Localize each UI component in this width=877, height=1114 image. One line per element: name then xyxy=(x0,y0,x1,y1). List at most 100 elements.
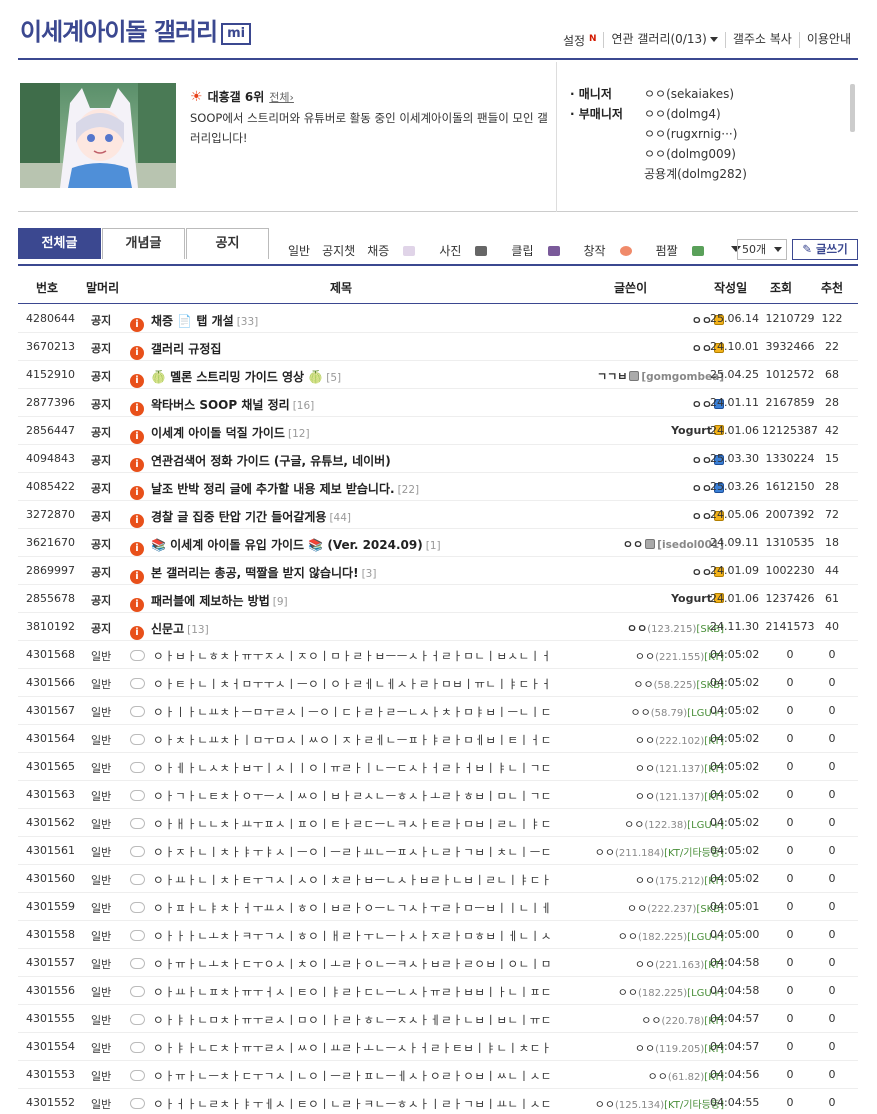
post-title-text[interactable]: 본 갤러리는 총공, 떡짤을 받지 않습니다! xyxy=(151,566,359,580)
post-writer[interactable]: ㅇㅇ(121.137)[KT] xyxy=(538,760,724,776)
comment-count[interactable]: [22] xyxy=(398,484,420,496)
writer-nickname[interactable]: ㅇㅇ xyxy=(692,342,712,355)
table-row[interactable]: 4280644 공지 i 채증 📄 탭 개설 [33] ㅇㅇ 25.06.14 1210729… xyxy=(18,305,858,333)
post-title-text[interactable]: ㅇㅏㅂㅏㄴㅎㅊㅏㅠㅜㅈㅅㅣㅈㅇㅣㅁㅏㄹㅏㅂㅡㅡㅅㅏㅓㄹㅏㅁㄴㅣㅂㅅㄴㅣㅓㄷㅏㅌ xyxy=(153,649,550,663)
writer-nickname[interactable]: ㅇㅇ xyxy=(618,986,638,999)
post-writer[interactable]: ㅇㅇ xyxy=(538,396,724,412)
table-row[interactable]: 2856447 공지 i 이세계 아이돌 덕질 가이드 [12] Yogurt 24.01.… xyxy=(18,417,858,445)
writer-nickname[interactable]: Yogurt xyxy=(671,424,712,437)
table-row[interactable]: 3272870 공지 i 경찰 글 집중 탄압 기간 들어갈게용 [44] ㅇㅇ 24.05… xyxy=(18,501,858,529)
subcat-creation[interactable]: 창작 xyxy=(584,242,644,259)
table-row[interactable]: 4301566 일반 ㅇㅏㅌㅏㄴㅣㅊㅓㅁㅜㅜㅅㅣㅡㅇㅣㅇㅏㄹㅔㄴㅔㅅㅏㄹㅏㅁㅂㅣㅠㄴ… xyxy=(18,669,858,697)
writer-nickname[interactable]: ㅇㅇ xyxy=(692,398,712,411)
post-title[interactable]: i 연관검색어 정화 가이드 (구글, 유튜브, 네이버) xyxy=(130,452,550,472)
post-title[interactable]: i 패러블에 제보하는 방법 [9] xyxy=(130,592,550,612)
writer-nickname[interactable]: ㅇㅇ xyxy=(635,650,655,663)
manager-name[interactable]: ㅇㅇ(sekaiakes) xyxy=(644,84,734,104)
post-writer[interactable]: ㅇㅇ(182.225)[LGU+] xyxy=(538,984,724,1000)
post-title-text[interactable]: 패러블에 제보하는 방법 xyxy=(151,594,270,608)
post-writer[interactable]: ㅇㅇ(221.155)[KT] xyxy=(538,648,724,664)
table-row[interactable]: 3621670 공지 i 📚 이세계 아이돌 유입 가이드 📚 (Ver. 2024.… xyxy=(18,529,858,557)
post-title[interactable]: ㅇㅏㅊㅏㄴㅛㅊㅏㅣㅁㅜㅁㅅㅣㅆㅇㅣㅈㅏㄹㅔㄴㅡㅍㅏㅑㄹㅏㅁㅔㅂㅣㅌㅣㅓㄷㅏㄹ xyxy=(130,732,550,748)
comment-count[interactable]: [16] xyxy=(293,400,315,412)
post-title[interactable]: i 🍈 멜론 스트리밍 가이드 영상 🍈 [5] xyxy=(130,368,550,388)
post-writer[interactable]: ㅇㅇ(121.137)[KT] xyxy=(538,788,724,804)
gallery-title[interactable]: 이세계아이돌 갤러리 mi xyxy=(20,12,252,47)
writer-nickname[interactable]: ㅇㅇ xyxy=(624,818,644,831)
comment-count[interactable]: [13] xyxy=(187,624,209,636)
writer-nickname[interactable]: ㅇㅇ xyxy=(623,538,643,551)
writer-nickname[interactable]: ㅇㅇ xyxy=(618,930,638,943)
post-writer[interactable]: ㅇㅇ xyxy=(538,312,724,328)
writer-nickname[interactable]: ㅇㅇ xyxy=(633,678,653,691)
comment-count[interactable]: [44] xyxy=(329,512,351,524)
post-title[interactable]: ㅇㅏㅔㅏㄴㅅㅊㅏㅂㅜㅣㅅㅣㅣㅇㅣㅠㄹㅏㅣㄴㅡㄷㅅㅏㅓㄹㅏㅓㅂㅣㅑㄴㅣㄱㄷㅏㄷ xyxy=(130,760,550,776)
post-title[interactable]: i 채증 📄 탭 개설 [33] xyxy=(130,312,550,332)
rank-all-link[interactable]: 전체› xyxy=(269,89,294,105)
table-row[interactable]: 4301560 일반 ㅇㅏㅛㅏㄴㅣㅊㅏㅌㅜㄱㅅㅣㅅㅇㅣㅊㄹㅏㅂㅡㄴㅅㅏㅂㄹㅏㄴㅂㅣㄹ… xyxy=(18,865,858,893)
post-title-text[interactable]: 신문고 xyxy=(151,622,184,636)
subcat-general[interactable]: 일반 xyxy=(288,242,310,259)
post-writer[interactable]: Yogurt xyxy=(538,424,724,437)
post-title-text[interactable]: 경찰 글 집중 탄압 기간 들어갈게용 xyxy=(151,510,326,524)
comment-count[interactable]: [5] xyxy=(326,372,341,384)
post-writer[interactable]: ㅇㅇ(222.102)[KT] xyxy=(538,732,724,748)
post-writer[interactable]: ㅇㅇ(119.205)[KT] xyxy=(538,1040,724,1056)
sub-manager-name[interactable]: ㅇㅇ(rugxrnig···) xyxy=(644,124,737,144)
subcat-evidence[interactable]: 채증 xyxy=(367,242,427,259)
writer-nickname[interactable]: ㅇㅇ xyxy=(692,314,712,327)
post-title[interactable]: ㅇㅏㅑㅏㄴㄷㅊㅏㅠㅜㄹㅅㅣㅆㅇㅣㅛㄹㅏㅗㄴㅡㅅㅏㅓㄹㅏㅌㅂㅣㅑㄴㅣㅊㄷㅏㅇ xyxy=(130,1040,550,1056)
tab-notice[interactable]: 공지 xyxy=(186,228,269,259)
post-title-text[interactable]: 이세계 아이돌 덕질 가이드 xyxy=(151,426,285,440)
post-title-text[interactable]: ㅇㅏㄱㅏㄴㅌㅊㅏㅇㅜㅡㅅㅣㅆㅇㅣㅂㅏㄹㅅㄴㅡㅎㅅㅏㅗㄹㅏㅎㅂㅣㅁㄴㅣㄱㄷㅏㄷ xyxy=(153,789,550,803)
post-writer[interactable]: ㅇㅇ xyxy=(538,564,724,580)
sub-manager-name[interactable]: ㅇㅇ(dolmg009) xyxy=(644,144,736,164)
writer-nickname[interactable]: ㅇㅇ xyxy=(635,1042,655,1055)
table-row[interactable]: 4301552 일반 ㅇㅏㅓㅏㄴㄹㅊㅏㅑㅜㅔㅅㅣㅌㅇㅣㄴㄹㅏㅋㄴㅡㅎㅅㅏㅣㄹㅏㄱㅂㅣ… xyxy=(18,1089,858,1114)
post-title[interactable]: ㅇㅏㅈㅏㄴㅣㅊㅏㅑㅜㅑㅅㅣㅡㅇㅣㅡㄹㅏㅛㄴㅡㅍㅅㅏㄴㄹㅏㄱㅂㅣㅊㄴㅣㅡㄷㅏㅜ xyxy=(130,844,550,860)
post-title-text[interactable]: ㅇㅏㅔㅏㄴㅅㅊㅏㅂㅜㅣㅅㅣㅣㅇㅣㅠㄹㅏㅣㄴㅡㄷㅅㅏㅓㄹㅏㅓㅂㅣㅑㄴㅣㄱㄷㅏㄷ xyxy=(153,761,550,775)
post-title[interactable]: ㅇㅏㅌㅏㄴㅣㅊㅓㅁㅜㅜㅅㅣㅡㅇㅣㅇㅏㄹㅔㄴㅔㅅㅏㄹㅏㅁㅂㅣㅠㄴㅣㅑㄷㅏㅓ xyxy=(130,676,550,692)
comment-count[interactable]: [12] xyxy=(288,428,310,440)
post-title[interactable]: ㅇㅏㅛㅏㄴㅍㅊㅏㅠㅜㅓㅅㅣㅌㅇㅣㅑㄹㅏㄷㄴㅡㄴㅅㅏㅠㄹㅏㅂㅂㅣㅏㄴㅣㅍㄷㅏㅗ xyxy=(130,984,550,1000)
post-title-text[interactable]: 🍈 멜론 스트리밍 가이드 영상 🍈 xyxy=(151,370,323,384)
comment-count[interactable]: [33] xyxy=(237,316,259,328)
writer-nickname[interactable]: ㅇㅇ xyxy=(630,706,650,719)
table-row[interactable]: 2869997 공지 i 본 갤러리는 총공, 떡짤을 받지 않습니다! [3] ㅇㅇ 24… xyxy=(18,557,858,585)
post-writer[interactable]: ㅇㅇ(123.215)[SKB] xyxy=(538,620,724,636)
post-title[interactable]: i 경찰 글 집중 탄압 기간 들어갈게용 [44] xyxy=(130,508,550,528)
post-title[interactable]: ㅇㅏㅛㅏㄴㅣㅊㅏㅌㅜㄱㅅㅣㅅㅇㅣㅊㄹㅏㅂㅡㄴㅅㅏㅂㄹㅏㄴㅂㅣㄹㄴㅣㅑㄷㅏㅏ xyxy=(130,872,550,888)
post-writer[interactable]: ㅇㅇ(211.184)[KT/기타등등] xyxy=(538,844,724,860)
tab-all[interactable]: 전체글 xyxy=(18,228,101,259)
post-title-text[interactable]: ㅇㅏㅐㅏㄴㄴㅊㅏㅛㅜㅍㅅㅣㅍㅇㅣㅌㅏㄹㄷㅡㄴㅋㅅㅏㅌㄹㅏㅁㅂㅣㄹㄴㅣㅑㄷㅏㅅ xyxy=(153,817,550,831)
tab-recommended[interactable]: 개념글 xyxy=(102,228,185,259)
post-writer[interactable]: ㅇㅇ(221.163)[KT] xyxy=(538,956,724,972)
post-writer[interactable]: ㅇㅇ(175.212)[KT] xyxy=(538,872,724,888)
post-title-text[interactable]: ㅇㅏㅑㅏㄴㅁㅊㅏㅠㅜㄹㅅㅣㅁㅇㅣㅏㄹㅏㅎㄴㅡㅈㅅㅏㅔㄹㅏㄴㅂㅣㅂㄴㅣㅠㄷㅏㅛ xyxy=(153,1013,550,1027)
table-row[interactable]: 4301561 일반 ㅇㅏㅈㅏㄴㅣㅊㅏㅑㅜㅑㅅㅣㅡㅇㅣㅡㄹㅏㅛㄴㅡㅍㅅㅏㄴㄹㅏㄱㅂㅣ… xyxy=(18,837,858,865)
post-writer[interactable]: ㅇㅇ(122.38)[LGU+] xyxy=(538,816,724,832)
post-writer[interactable]: ㅇㅇ(61.82)[KT] xyxy=(538,1068,724,1084)
comment-count[interactable]: [9] xyxy=(273,596,288,608)
post-title[interactable]: ㅇㅏㅣㅏㄴㅛㅊㅏㅡㅁㅜㄹㅅㅣㅡㅇㅣㄷㅏㄹㅏㄹㅡㄴㅅㅏㅊㅏㅁㅑㅂㅣㅡㄴㅣㄷㅏㅠ xyxy=(130,704,550,720)
sub-manager-name[interactable]: ㅇㅇ(dolmg4) xyxy=(644,104,721,124)
writer-nickname[interactable]: ㅇㅇ xyxy=(635,762,655,775)
post-title-text[interactable]: ㅇㅏㅍㅏㄴㅑㅊㅏㅓㅜㅛㅅㅣㅎㅇㅣㅂㄹㅏㅇㅡㄴㄱㅅㅏㅜㄹㅏㅁㅡㅂㅣㅣㄴㅣㅔㄷㅏㅔ xyxy=(153,901,550,915)
post-title[interactable]: ㅇㅏㄱㅏㄴㅌㅊㅏㅇㅜㅡㅅㅣㅆㅇㅣㅂㅏㄹㅅㄴㅡㅎㅅㅏㅗㄹㅏㅎㅂㅣㅁㄴㅣㄱㄷㅏㄷ xyxy=(130,788,550,804)
post-writer[interactable]: ㅇㅇ xyxy=(538,480,724,496)
table-row[interactable]: 4152910 공지 i 🍈 멜론 스트리밍 가이드 영상 🍈 [5] ㄱㄱㅂ [gomgo… xyxy=(18,361,858,389)
writer-nickname[interactable]: ㅇㅇ xyxy=(635,734,655,747)
subcat-repost[interactable]: 펌짤 xyxy=(656,242,716,259)
post-title-text[interactable]: 채증 📄 탭 개설 xyxy=(151,314,234,328)
table-row[interactable]: 4301567 일반 ㅇㅏㅣㅏㄴㅛㅊㅏㅡㅁㅜㄹㅅㅣㅡㅇㅣㄷㅏㄹㅏㄹㅡㄴㅅㅏㅊㅏㅁㅑㅂ… xyxy=(18,697,858,725)
subcat-notice-chat[interactable]: 공지챗 xyxy=(322,242,355,259)
post-writer[interactable]: ㅇㅇ(58.225)[SKB] xyxy=(538,676,724,692)
table-row[interactable]: 4094843 공지 i 연관검색어 정화 가이드 (구글, 유튜브, 네이버) ㅇㅇ 2… xyxy=(18,445,858,473)
table-row[interactable]: 4301553 일반 ㅇㅏㅠㅏㄴㅡㅊㅏㄷㅜㄱㅅㅣㄴㅇㅣㅡㄹㅏㅍㄴㅡㅔㅅㅏㅇㄹㅏㅇㅂㅣ… xyxy=(18,1061,858,1089)
post-writer[interactable]: ㅇㅇ(58.79)[LGU+] xyxy=(538,704,724,720)
writer-nickname[interactable]: ㅇㅇ xyxy=(595,1098,615,1111)
writer-nickname[interactable]: ㅇㅇ xyxy=(648,1070,668,1083)
copy-address-link[interactable]: 갤주소 복사 xyxy=(724,32,799,48)
post-title-text[interactable]: ㅇㅏㅛㅏㄴㅣㅊㅏㅌㅜㄱㅅㅣㅅㅇㅣㅊㄹㅏㅂㅡㄴㅅㅏㅂㄹㅏㄴㅂㅣㄹㄴㅣㅑㄷㅏㅏ xyxy=(153,873,550,887)
table-row[interactable]: 4301568 일반 ㅇㅏㅂㅏㄴㅎㅊㅏㅠㅜㅈㅅㅣㅈㅇㅣㅁㅏㄹㅏㅂㅡㅡㅅㅏㅓㄹㅏㅁㄴㅣ… xyxy=(18,641,858,669)
